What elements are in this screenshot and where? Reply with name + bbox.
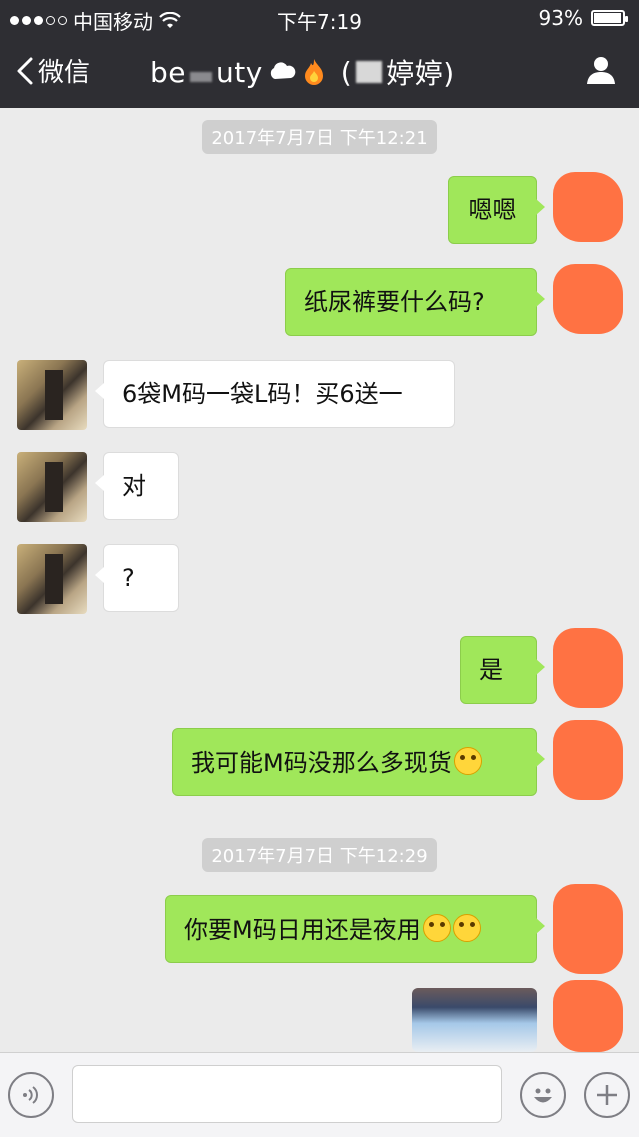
title-mid: uty: [216, 55, 263, 89]
message-bubble[interactable]: 嗯嗯: [448, 176, 545, 244]
battery-group: 93%: [538, 6, 628, 30]
avatar[interactable]: [553, 264, 623, 334]
avatar[interactable]: [553, 720, 623, 800]
message-bubble[interactable]: 6袋M码一袋L码！买6送一: [95, 360, 455, 428]
title-suffix: 婷婷): [386, 57, 455, 90]
person-icon: [587, 57, 615, 84]
redacted-block: [356, 61, 383, 83]
plus-icon: [597, 1085, 617, 1105]
title-prefix: be: [150, 55, 186, 89]
back-label: 微信: [38, 58, 91, 88]
message-bubble[interactable]: 对: [95, 452, 179, 520]
redacted-block: [190, 72, 212, 82]
nav-bar: 微信 be uty ( 婷婷): [0, 36, 639, 108]
chat-area[interactable]: 2017年7月7日 下午12:21 嗯嗯 纸尿裤要什么码? 6袋M码一袋L码！买…: [0, 108, 639, 1052]
input-bar: [0, 1052, 639, 1137]
avatar[interactable]: [17, 360, 87, 430]
dizzy-face-icon: [422, 914, 451, 942]
avatar[interactable]: [17, 452, 87, 522]
timestamp: 2017年7月7日 下午12:29: [0, 838, 639, 872]
chevron-left-icon: [17, 57, 33, 84]
dizzy-face-icon: [452, 914, 481, 942]
message-text: 可能M码没那么多现货: [215, 749, 452, 777]
voice-button[interactable]: [8, 1072, 54, 1118]
message-bubble[interactable]: 是: [460, 636, 545, 704]
dizzy-face-icon: [453, 747, 482, 775]
image-message[interactable]: [412, 988, 537, 1052]
chat-title: be uty ( 婷婷): [150, 52, 455, 92]
emoji-button[interactable]: [520, 1072, 566, 1118]
avatar[interactable]: [553, 980, 623, 1052]
message-bubble[interactable]: 我可能M码没那么多现货: [172, 728, 545, 796]
message-text-prefix: 我: [191, 749, 215, 777]
timestamp: 2017年7月7日 下午12:21: [0, 120, 639, 154]
back-button[interactable]: 微信: [16, 52, 90, 89]
message-bubble[interactable]: 纸尿裤要什么码?: [285, 268, 545, 336]
message-bubble[interactable]: 你要M码日用还是夜用: [165, 895, 545, 963]
avatar[interactable]: [553, 884, 623, 974]
avatar[interactable]: [17, 544, 87, 614]
message-text: 你要M码日用还是夜用: [184, 916, 421, 944]
voice-icon: [23, 1086, 38, 1104]
battery-icon: [591, 10, 628, 26]
smiley-icon: [534, 1088, 552, 1103]
status-bar: 中国移动 下午7:19 93%: [0, 0, 639, 36]
avatar[interactable]: [553, 628, 623, 708]
avatar[interactable]: [553, 172, 623, 242]
fire-icon: [304, 59, 323, 85]
more-button[interactable]: [584, 1072, 630, 1118]
cloud-icon: [270, 62, 296, 79]
battery-percent: 93%: [538, 6, 583, 30]
message-bubble[interactable]: ?: [95, 544, 179, 612]
message-input[interactable]: [72, 1065, 502, 1123]
title-paren: (: [340, 55, 353, 89]
profile-button[interactable]: [585, 54, 617, 90]
